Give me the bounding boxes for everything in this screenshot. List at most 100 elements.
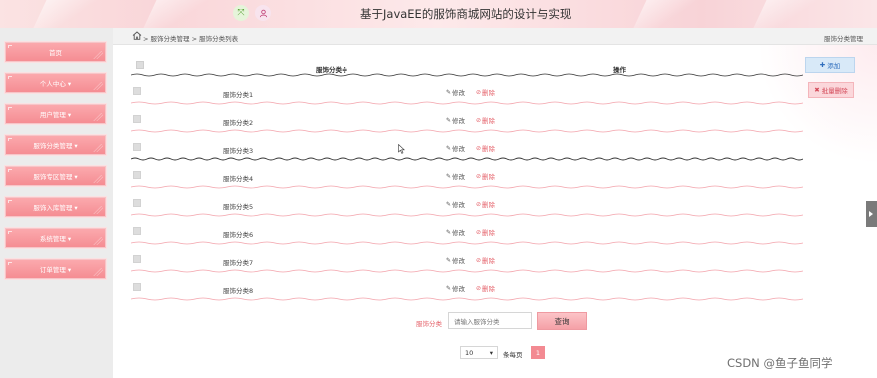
edit-icon: ✎	[446, 88, 452, 96]
sidebar-item-zone-management[interactable]: 服饰专区管理 ▾	[5, 166, 106, 186]
delete-icon: ⊘	[476, 200, 482, 208]
edit-label: 修改	[452, 285, 466, 293]
edit-button[interactable]: ✎ 修改	[446, 283, 466, 294]
row-checkbox[interactable]	[133, 171, 141, 179]
select-all-checkbox[interactable]	[136, 61, 144, 69]
edit-label: 修改	[452, 257, 466, 265]
row-checkbox[interactable]	[133, 283, 141, 291]
sidebar-item-label: 系统管理 ▾	[39, 235, 72, 243]
delete-icon: ✖	[814, 86, 820, 94]
row-divider	[131, 129, 803, 133]
corner-stripes	[93, 237, 103, 245]
sidebar-item-label: 首页	[49, 49, 62, 57]
delete-button[interactable]: ⊘ 删除	[476, 87, 495, 98]
category-name: 服饰分类5	[223, 203, 254, 211]
corner-stripes	[93, 206, 103, 214]
edit-button[interactable]: ✎ 修改	[446, 87, 466, 98]
row-checkbox[interactable]	[133, 87, 141, 95]
user-icon[interactable]	[255, 5, 271, 21]
delete-button[interactable]: ⊘ 删除	[476, 115, 496, 126]
sidebar-item-order-management[interactable]: 订单管理 ▾	[5, 259, 106, 279]
row-divider	[131, 73, 803, 77]
batch-delete-label: 批量删除	[821, 87, 848, 95]
corner-mark	[8, 169, 12, 172]
sidebar-item-system-management[interactable]: 系统管理 ▾	[5, 228, 106, 248]
add-button[interactable]: ✚ 添加	[805, 57, 855, 73]
search-button[interactable]: 查询	[537, 312, 587, 330]
sidebar-item-category-management[interactable]: 服饰分类管理 ▾	[5, 135, 106, 155]
header-decoration	[633, 0, 707, 28]
row-divider	[131, 157, 803, 161]
sidebar-item-label: 服饰专区管理 ▾	[33, 173, 78, 181]
edit-button[interactable]: ✎ 修改	[446, 115, 465, 126]
delete-label: 删除	[482, 229, 496, 237]
page-number-button[interactable]: 1	[531, 346, 545, 359]
delete-icon: ⊘	[476, 256, 482, 264]
edit-icon: ✎	[446, 144, 452, 152]
edit-label: 修改	[452, 201, 466, 209]
sidebar-item-label: 个人中心 ▾	[39, 80, 72, 88]
edit-label: 修改	[452, 89, 466, 97]
delete-icon: ⊘	[476, 116, 482, 124]
row-divider	[131, 297, 803, 301]
edit-label: 修改	[452, 229, 466, 237]
per-page-label: 条每页	[503, 351, 523, 359]
delete-icon: ⊘	[476, 284, 482, 292]
site-title: 基于JavaEE的服饰商城网站的设计与实现	[360, 7, 572, 21]
delete-icon: ⊘	[476, 88, 482, 96]
expand-icon[interactable]: ⤧	[233, 5, 249, 21]
category-name: 服饰分类2	[223, 119, 254, 127]
sidebar-item-label: 订单管理 ▾	[39, 266, 72, 274]
edit-button[interactable]: ✎ 修改	[446, 255, 466, 266]
side-panel-toggle[interactable]	[866, 201, 877, 227]
corner-stripes	[93, 144, 103, 152]
header-decoration	[753, 0, 827, 28]
corner-stripes	[93, 268, 103, 276]
sidebar-item-user-management[interactable]: 用户管理 ▾	[5, 104, 106, 124]
breadcrumb-current: 服饰分类管理	[824, 35, 863, 43]
sidebar-item-home[interactable]: 首页	[5, 42, 106, 62]
mouse-cursor-icon	[398, 144, 405, 154]
delete-button[interactable]: ⊘ 删除	[476, 143, 496, 154]
header-decoration	[143, 0, 217, 28]
row-checkbox[interactable]	[133, 199, 141, 207]
delete-label: 删除	[482, 145, 496, 153]
edit-icon: ✎	[446, 116, 452, 124]
category-name: 服饰分类6	[223, 231, 254, 239]
delete-button[interactable]: ⊘ 删除	[476, 283, 495, 294]
row-checkbox[interactable]	[133, 255, 141, 263]
category-name: 服饰分类1	[223, 91, 254, 99]
corner-mark	[8, 107, 12, 110]
category-name: 服饰分类7	[223, 259, 254, 267]
delete-label: 删除	[482, 117, 496, 125]
row-divider	[131, 213, 803, 217]
sidebar-item-label: 用户管理 ▾	[39, 111, 72, 119]
delete-label: 删除	[482, 257, 496, 265]
edit-button[interactable]: ✎ 修改	[446, 199, 466, 210]
watermark: CSDN @鱼子鱼同学	[727, 356, 833, 370]
row-checkbox[interactable]	[133, 115, 141, 123]
edit-button[interactable]: ✎ 修改	[446, 143, 465, 154]
page-size-value: 10	[465, 348, 474, 357]
home-icon[interactable]	[132, 31, 142, 40]
sidebar-item-personal-center[interactable]: 个人中心 ▾	[5, 73, 106, 93]
delete-button[interactable]: ⊘ 删除	[476, 199, 495, 210]
delete-label: 删除	[482, 173, 496, 181]
category-name: 服饰分类3	[223, 147, 254, 155]
row-checkbox[interactable]	[133, 227, 141, 235]
delete-button[interactable]: ⊘ 删除	[476, 227, 496, 238]
edit-button[interactable]: ✎ 修改	[446, 171, 465, 182]
plus-icon: ✚	[819, 61, 826, 69]
corner-stripes	[93, 82, 103, 90]
delete-button[interactable]: ⊘ 删除	[476, 171, 496, 182]
sidebar-item-label: 服饰入库管理 ▾	[33, 204, 78, 212]
sidebar-item-stock-management[interactable]: 服饰入库管理 ▾	[5, 197, 106, 217]
row-checkbox[interactable]	[133, 143, 141, 151]
page-size-select[interactable]: 10 ▾	[460, 346, 498, 359]
search-input[interactable]: 请输入服饰分类	[448, 312, 532, 329]
batch-delete-button[interactable]: ✖ 批量删除	[808, 82, 854, 98]
delete-button[interactable]: ⊘ 删除	[476, 255, 496, 266]
search-label: 服饰分类	[416, 320, 442, 328]
corner-stripes	[93, 113, 103, 121]
edit-button[interactable]: ✎ 修改	[446, 227, 466, 238]
